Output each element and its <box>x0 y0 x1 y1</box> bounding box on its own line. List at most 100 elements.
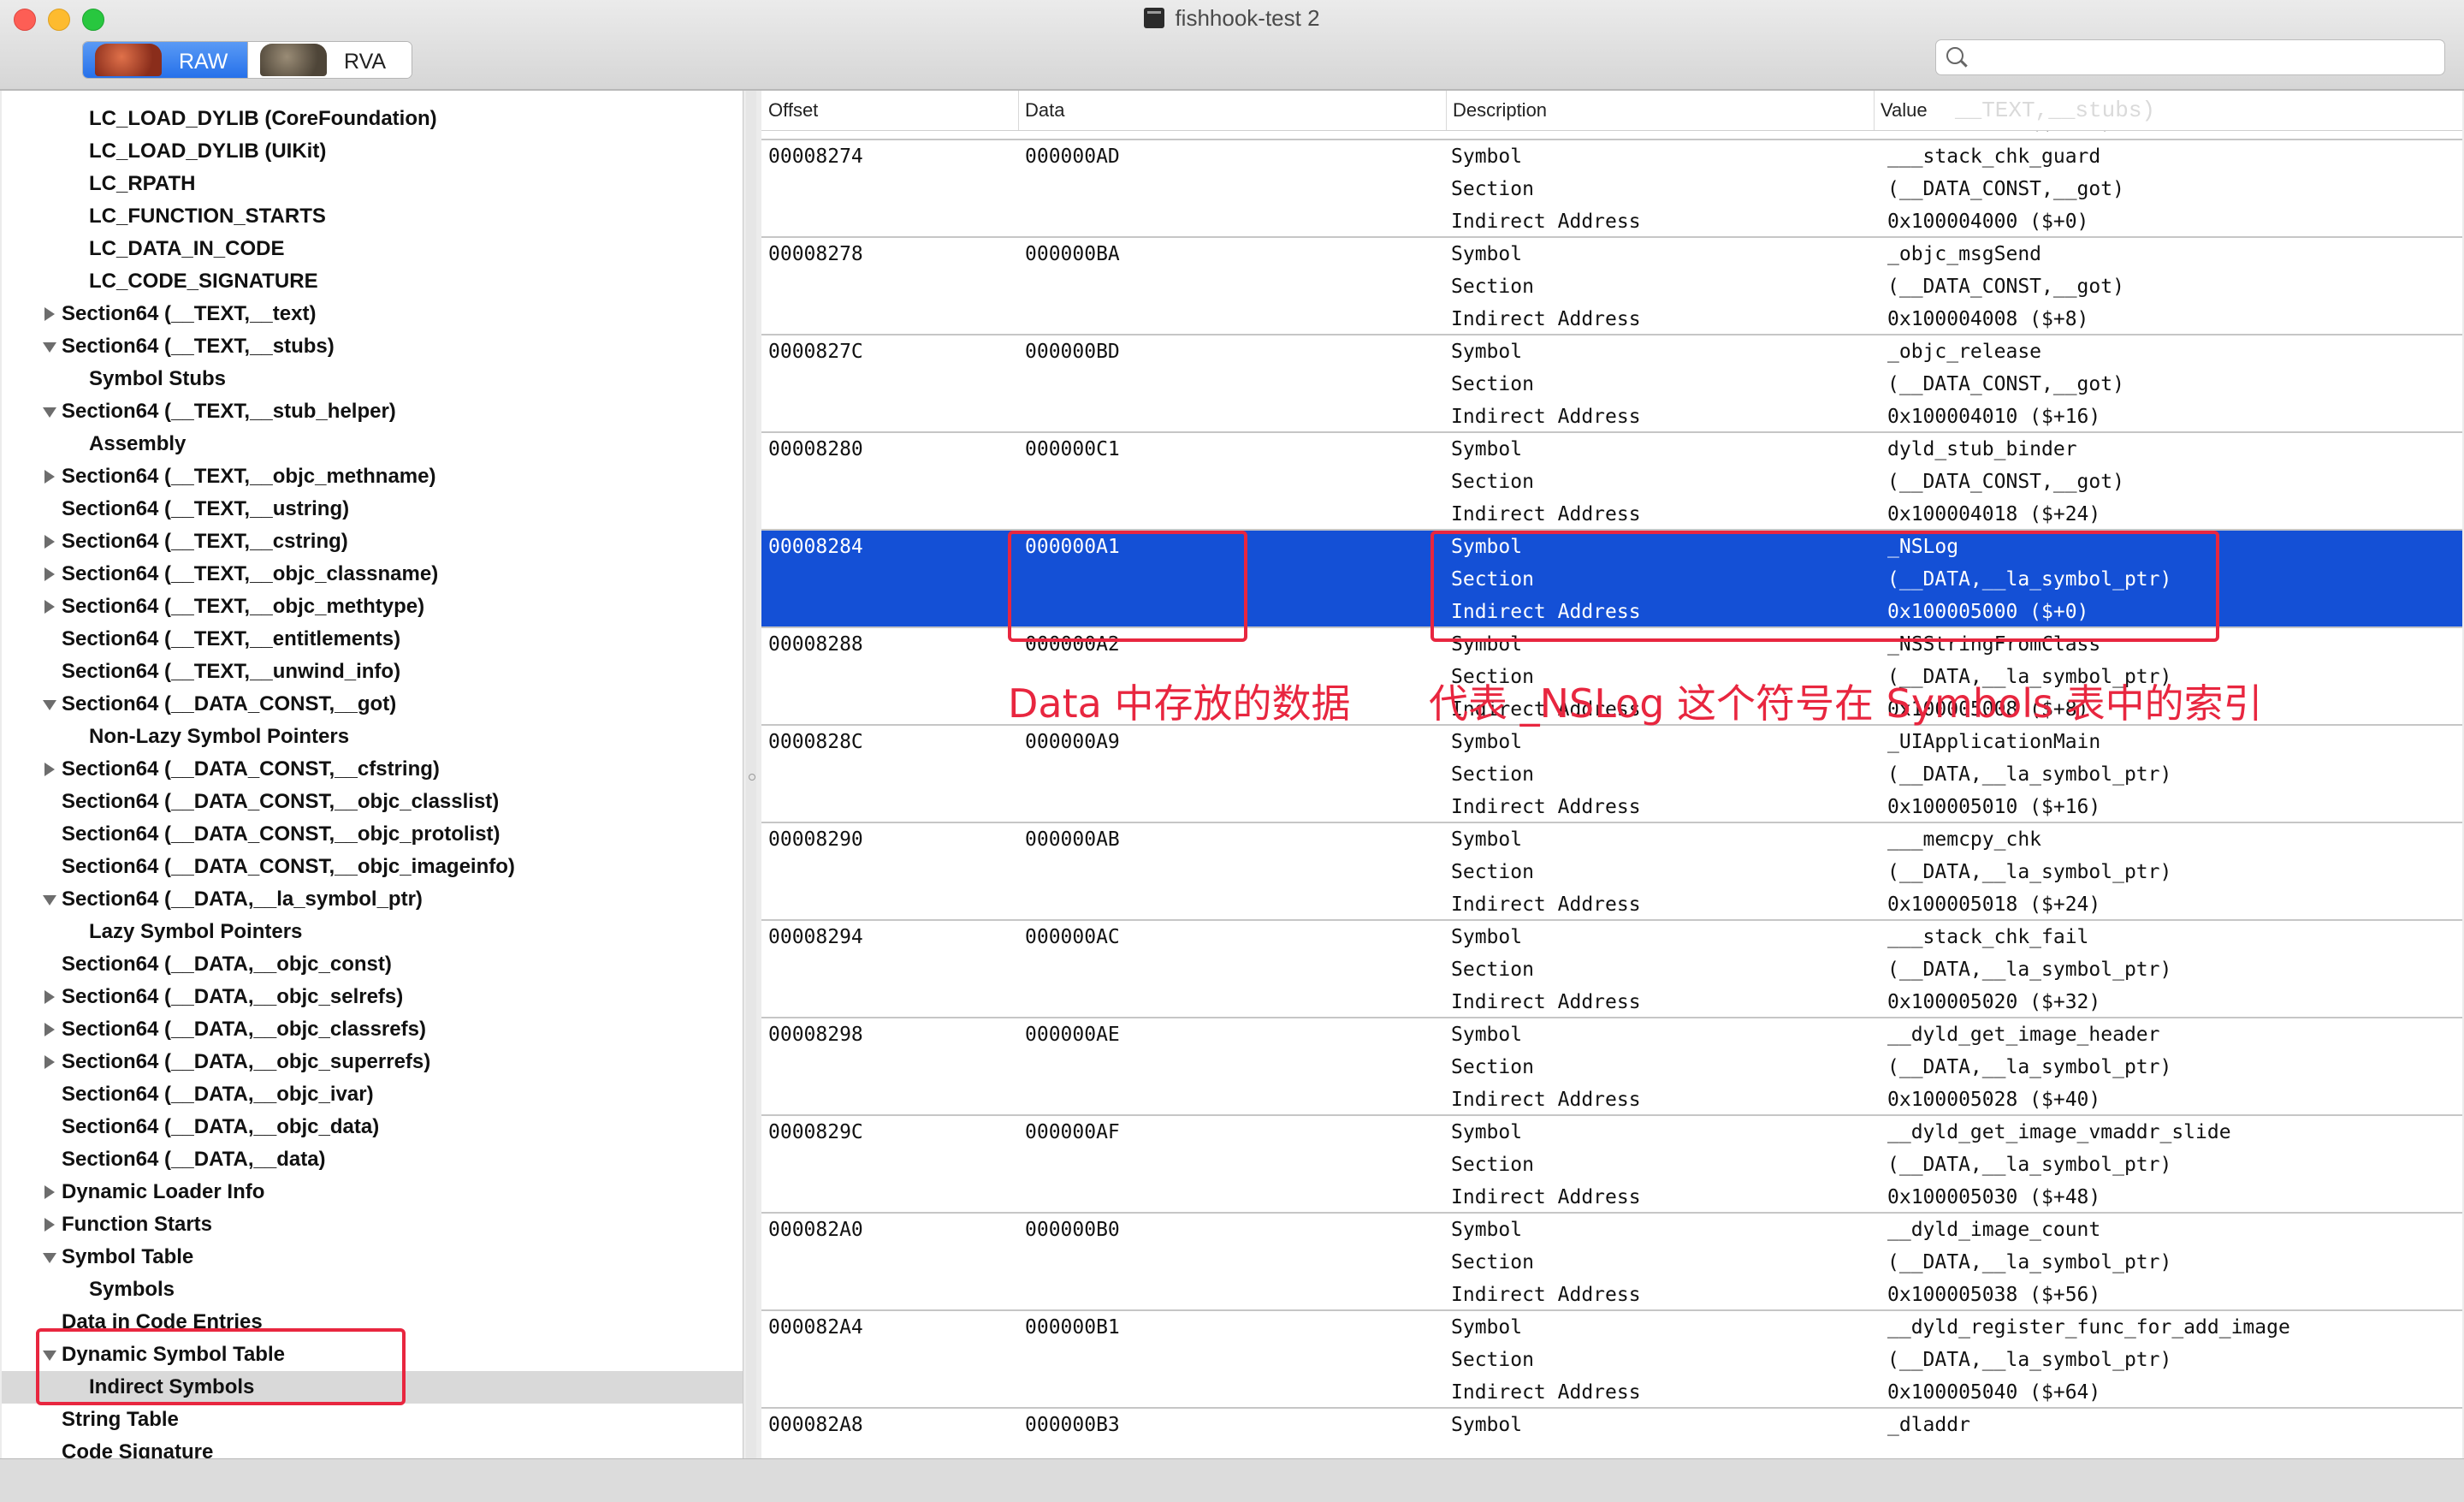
sidebar-item[interactable]: Assembly <box>2 428 743 460</box>
sidebar-item-label: Section64 (__DATA_CONST,__got) <box>62 692 397 715</box>
sidebar-item[interactable]: Code Signature <box>2 1436 743 1458</box>
sidebar-item[interactable]: Symbols <box>2 1273 743 1306</box>
sidebar-item[interactable]: Section64 (__TEXT,__objc_classname) <box>2 558 743 591</box>
column-header-description[interactable]: Description <box>1446 91 1875 130</box>
sidebar-item[interactable]: Section64 (__DATA,__objc_data) <box>2 1111 743 1143</box>
sidebar-item[interactable]: Section64 (__DATA,__data) <box>2 1143 743 1176</box>
description-cell: Indirect Address <box>1451 211 1641 233</box>
table-row-group[interactable]: 00008298 000000AE Symbol __dyld_get_image_h… <box>761 1018 2462 1116</box>
sidebar-item[interactable]: LC_FUNCTION_STARTS <box>2 200 743 233</box>
disclosure-open-icon[interactable] <box>43 700 56 710</box>
sidebar-item-label: Section64 (__TEXT,__objc_classname) <box>62 562 439 585</box>
table-row-group[interactable]: 000082A4 000000B1 Symbol __dyld_register_fu… <box>761 1311 2462 1409</box>
sidebar-item[interactable]: Section64 (__DATA_CONST,__objc_protolist… <box>2 818 743 851</box>
disclosure-closed-icon[interactable] <box>44 567 55 581</box>
value-cell: __dyld_register_func_for_add_image <box>1887 1316 2290 1339</box>
disclosure-closed-icon[interactable] <box>44 470 55 484</box>
sidebar-item[interactable]: Section64 (__TEXT,__cstring) <box>2 525 743 558</box>
sidebar-item[interactable]: Section64 (__DATA_CONST,__got) <box>2 688 743 721</box>
table-row-group[interactable]: 000082A0 000000B0 Symbol __dyld_image_count… <box>761 1214 2462 1311</box>
sidebar-item[interactable]: LC_LOAD_DYLIB (UIKit) <box>2 135 743 168</box>
sidebar-item-label: Section64 (__TEXT,__stubs) <box>62 335 335 358</box>
sidebar-item[interactable]: Section64 (__TEXT,__unwind_info) <box>2 656 743 688</box>
split-view-divider[interactable] <box>746 91 756 1458</box>
value-cell: dyld_stub_binder <box>1887 438 2077 460</box>
table-row-group[interactable]: 0000829C 000000AF Symbol __dyld_get_image_v… <box>761 1116 2462 1214</box>
sidebar-item-label: Section64 (__DATA,__data) <box>62 1148 326 1171</box>
sidebar-item-label: Dynamic Loader Info <box>62 1180 265 1203</box>
disclosure-closed-icon[interactable] <box>44 763 55 776</box>
disclosure-open-icon[interactable] <box>43 895 56 905</box>
offset-cell: 00008274 <box>768 145 863 168</box>
description-cell: Indirect Address <box>1451 1089 1641 1111</box>
description-cell: Symbol <box>1451 243 1523 265</box>
disclosure-closed-icon[interactable] <box>44 990 55 1004</box>
sidebar-item[interactable]: Section64 (__TEXT,__stubs) <box>2 330 743 363</box>
sidebar-item[interactable]: Function Starts <box>2 1208 743 1241</box>
description-cell: Indirect Address <box>1451 1186 1641 1208</box>
sidebar-item[interactable]: Section64 (__DATA_CONST,__cfstring) <box>2 753 743 786</box>
sidebar-item[interactable]: Section64 (__DATA,__objc_selrefs) <box>2 981 743 1013</box>
sidebar-tree[interactable]: LC_LOAD_DYLIB (CoreFoundation) LC_LOAD_DY… <box>2 91 743 1458</box>
sidebar-item[interactable]: Section64 (__DATA,__objc_classrefs) <box>2 1013 743 1046</box>
sidebar-item[interactable]: LC_LOAD_DYLIB (CoreFoundation) <box>2 103 743 135</box>
offset-cell: 00008284 <box>768 536 863 558</box>
table-row-group[interactable]: 00008278 000000BA Symbol _objc_msgSend Secti… <box>761 238 2462 335</box>
disclosure-closed-icon[interactable] <box>44 1023 55 1036</box>
sidebar-item[interactable]: Section64 (__TEXT,__objc_methname) <box>2 460 743 493</box>
disclosure-closed-icon[interactable] <box>44 1218 55 1232</box>
sidebar-item[interactable]: Symbol Table <box>2 1241 743 1273</box>
table-row-group[interactable]: 0000828C 000000A9 Symbol _UIApplicationMain… <box>761 726 2462 823</box>
data-cell: 000000AF <box>1025 1121 1120 1143</box>
table-row-group[interactable]: 000082A8 000000B3 Symbol _dladdr <box>761 1409 2462 1458</box>
column-header-offset[interactable]: Offset <box>761 91 1019 130</box>
value-cell: 0x100005010 ($+16) <box>1887 796 2101 818</box>
disclosure-open-icon[interactable] <box>43 342 56 353</box>
raw-mode-button[interactable]: RAW <box>83 42 247 78</box>
description-cell: Symbol <box>1451 1414 1523 1436</box>
sidebar-item[interactable]: LC_CODE_SIGNATURE <box>2 265 743 298</box>
sidebar-item[interactable]: Section64 (__DATA_CONST,__objc_classlist… <box>2 786 743 818</box>
sidebar-item[interactable]: Symbol Stubs <box>2 363 743 395</box>
disclosure-closed-icon[interactable] <box>44 307 55 321</box>
data-cell: 000000AB <box>1025 828 1120 851</box>
sidebar-item[interactable]: Lazy Symbol Pointers <box>2 916 743 948</box>
disclosure-closed-icon[interactable] <box>44 1185 55 1199</box>
address-mode-segmented-control: RAW RVA <box>82 41 412 79</box>
sidebar-item[interactable]: Section64 (__TEXT,__stub_helper) <box>2 395 743 428</box>
sidebar-item[interactable]: Section64 (__DATA,__objc_ivar) <box>2 1078 743 1111</box>
sidebar-item[interactable]: Dynamic Loader Info <box>2 1176 743 1208</box>
description-cell: Symbol <box>1451 828 1523 851</box>
sidebar-item[interactable]: LC_DATA_IN_CODE <box>2 233 743 265</box>
sidebar-item[interactable]: Section64 (__DATA,__objc_superrefs) <box>2 1046 743 1078</box>
disclosure-closed-icon[interactable] <box>44 600 55 614</box>
table-row-group[interactable]: 00008280 000000C1 Symbol dyld_stub_binder Se… <box>761 433 2462 531</box>
table-row-group[interactable]: 0000827C 000000BD Symbol _objc_release Secti… <box>761 335 2462 433</box>
sidebar-item-label: Function Starts <box>62 1213 213 1236</box>
column-header-data[interactable]: Data <box>1018 91 1447 130</box>
disclosure-closed-icon[interactable] <box>44 535 55 549</box>
table-row-group[interactable]: 00008290 000000AB Symbol ___memcpy_chk Secti… <box>761 823 2462 921</box>
sidebar-item-label: Section64 (__DATA,__objc_superrefs) <box>62 1050 431 1073</box>
value-cell: 0x100005028 ($+40) <box>1887 1089 2101 1111</box>
sidebar-item[interactable]: Section64 (__DATA_CONST,__objc_imageinfo… <box>2 851 743 883</box>
description-cell: Indirect Address <box>1451 308 1641 330</box>
bottom-status-bar <box>0 1458 2464 1502</box>
sidebar-item[interactable]: Non-Lazy Symbol Pointers <box>2 721 743 753</box>
sidebar-item[interactable]: Section64 (__TEXT,__ustring) <box>2 493 743 525</box>
sidebar-item[interactable]: String Table <box>2 1404 743 1436</box>
disclosure-open-icon[interactable] <box>43 1253 56 1263</box>
sidebar-item[interactable]: Section64 (__TEXT,__objc_methtype) <box>2 591 743 623</box>
disclosure-open-icon[interactable] <box>43 407 56 418</box>
sidebar-item[interactable]: Section64 (__DATA,__la_symbol_ptr) <box>2 883 743 916</box>
search-field[interactable] <box>1935 39 2445 75</box>
table-row-group[interactable]: 00008274 000000AD Symbol ___stack_chk_guard… <box>761 140 2462 238</box>
rva-mode-button[interactable]: RVA <box>247 42 412 78</box>
sidebar-item[interactable]: Section64 (__TEXT,__entitlements) <box>2 623 743 656</box>
disclosure-closed-icon[interactable] <box>44 1055 55 1069</box>
sidebar-item[interactable]: LC_RPATH <box>2 168 743 200</box>
sidebar-item[interactable]: Section64 (__TEXT,__text) <box>2 298 743 330</box>
table-row-group[interactable]: 00008294 000000AC Symbol ___stack_chk_fail S… <box>761 921 2462 1018</box>
description-cell: Section <box>1451 861 1534 883</box>
sidebar-item[interactable]: Section64 (__DATA,__objc_const) <box>2 948 743 981</box>
